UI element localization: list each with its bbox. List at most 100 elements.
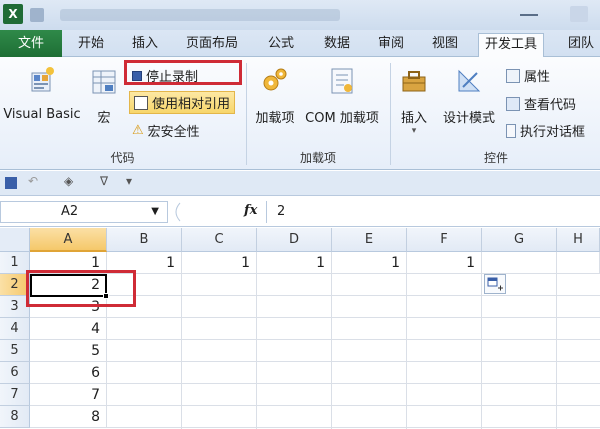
run-dialog-icon (506, 123, 516, 138)
com-addins-label: COM 加载项 (305, 111, 379, 126)
row-header-6[interactable]: 6 (0, 362, 30, 384)
cell-a4[interactable]: 4 (30, 318, 107, 340)
gear-icon (263, 68, 287, 91)
tab-file[interactable]: 文件 (0, 30, 62, 57)
visual-basic-label: Visual Basic (3, 107, 81, 122)
column-header-e[interactable]: E (332, 228, 407, 252)
use-relative-label: 使用相对引用 (152, 97, 231, 112)
view-code-icon (506, 96, 520, 111)
cell-d1[interactable]: 1 (257, 252, 332, 274)
ribbon-developer: Visual Basic 宏 停止录制 使用相对引用 ⚠ 宏安全性 代码 加载项 (0, 57, 600, 170)
customize-qat-icon[interactable]: ▾ (126, 174, 132, 188)
name-box[interactable]: A2 ▼ (0, 201, 168, 223)
insert-function-icon[interactable]: fx (244, 203, 257, 218)
tab-data[interactable]: 数据 (318, 33, 356, 57)
addins-label: 加载项 (255, 111, 295, 126)
column-header-d[interactable]: D (257, 228, 332, 252)
close-icon[interactable] (570, 6, 588, 22)
group-divider (390, 63, 391, 165)
row-header-8[interactable]: 8 (0, 406, 30, 428)
formula-input[interactable]: 2 (266, 201, 600, 223)
com-addins-icon (331, 68, 353, 94)
row-header-4[interactable]: 4 (0, 318, 30, 340)
formula-bar: A2 ▼ fx 2 (0, 197, 600, 227)
group-divider (246, 63, 247, 165)
undo-icon[interactable]: ↶ (28, 174, 38, 188)
macros-button[interactable]: 宏 (88, 65, 120, 126)
column-header-g[interactable]: G (482, 228, 557, 252)
macros-icon (92, 70, 116, 94)
view-code-button[interactable]: 查看代码 (506, 94, 576, 113)
relative-reference-icon (134, 95, 148, 110)
minimize-icon[interactable] (520, 6, 538, 16)
cell-g1[interactable] (482, 252, 557, 274)
tab-view[interactable]: 视图 (426, 33, 464, 57)
quick-save-icon[interactable] (30, 8, 44, 22)
column-header-b[interactable]: B (107, 228, 182, 252)
visual-basic-button[interactable]: Visual Basic (2, 65, 82, 122)
use-relative-references-button[interactable]: 使用相对引用 (129, 91, 236, 114)
design-mode-label: 设计模式 (442, 111, 495, 126)
cell-a8[interactable]: 8 (30, 406, 107, 428)
window-title (60, 9, 340, 21)
select-all-corner[interactable] (0, 228, 30, 252)
design-mode-icon (458, 69, 481, 92)
grid-empty-area[interactable] (107, 274, 600, 429)
view-code-label: 查看代码 (524, 98, 577, 113)
row-header-5[interactable]: 5 (0, 340, 30, 362)
macros-label: 宏 (97, 111, 111, 126)
insert-control-button[interactable]: 插入 ▾ (396, 65, 432, 136)
column-header-c[interactable]: C (182, 228, 257, 252)
stop-recording-highlight (124, 60, 242, 85)
fill-color-icon[interactable]: ◈ (64, 174, 73, 188)
row-header-7[interactable]: 7 (0, 384, 30, 406)
paste-options-icon[interactable] (484, 274, 506, 294)
com-addins-button[interactable]: COM 加载项 (300, 65, 384, 126)
filter-icon[interactable]: ∇ (100, 174, 108, 188)
macro-security-button[interactable]: ⚠ 宏安全性 (132, 121, 200, 140)
tab-review[interactable]: 审阅 (372, 33, 410, 57)
column-header-a[interactable]: A (30, 228, 107, 252)
save-icon[interactable] (5, 177, 17, 189)
cell-e1[interactable]: 1 (332, 252, 407, 274)
cell-h1[interactable] (557, 252, 600, 274)
insert-control-label: 插入 (400, 111, 427, 126)
cell-c1[interactable]: 1 (182, 252, 257, 274)
ribbon-tabs: 文件 开始 插入 页面布局 公式 数据 审阅 视图 开发工具 团队 (0, 30, 600, 58)
warning-icon: ⚠ (132, 123, 144, 138)
cell-a5[interactable]: 5 (30, 340, 107, 362)
controls-group-label: 控件 (483, 151, 508, 165)
addins-button[interactable]: 加载项 (252, 65, 298, 126)
cell-a2-highlight (26, 270, 136, 307)
tab-home[interactable]: 开始 (72, 33, 110, 57)
properties-label: 属性 (524, 70, 551, 85)
tab-insert[interactable]: 插入 (126, 33, 164, 57)
code-group-label: 代码 (110, 151, 135, 165)
paste-options-glyph (487, 277, 503, 291)
cell-a7[interactable]: 7 (30, 384, 107, 406)
design-mode-button[interactable]: 设计模式 (440, 65, 498, 126)
addins-group-label: 加载项 (299, 151, 336, 165)
cell-f1[interactable]: 1 (407, 252, 482, 274)
title-bar: X (0, 0, 600, 30)
chevron-down-icon[interactable]: ▼ (151, 202, 159, 222)
toolbox-icon (402, 71, 426, 92)
worksheet-grid[interactable]: A B C D E F G H 1 2 3 4 5 6 7 8 1 1 1 1 … (0, 228, 600, 429)
visual-basic-icon (31, 67, 54, 92)
excel-logo-icon: X (3, 4, 23, 24)
tab-page-layout[interactable]: 页面布局 (180, 33, 244, 57)
chevron-down-icon: ▾ (411, 126, 417, 136)
column-header-h[interactable]: H (557, 228, 600, 252)
quick-access-toolbar: ↶ ◈ ∇ ▾ (0, 171, 600, 196)
tab-developer[interactable]: 开发工具 (478, 33, 545, 58)
run-dialog-label: 执行对话框 (520, 125, 586, 140)
name-box-value: A2 (61, 204, 79, 219)
properties-button[interactable]: 属性 (506, 66, 550, 85)
tab-team[interactable]: 团队 (562, 33, 600, 57)
macro-security-label: 宏安全性 (147, 125, 200, 140)
column-header-f[interactable]: F (407, 228, 482, 252)
properties-icon (506, 68, 520, 83)
tab-formulas[interactable]: 公式 (262, 33, 300, 57)
run-dialog-button[interactable]: 执行对话框 (506, 121, 585, 140)
cell-a6[interactable]: 6 (30, 362, 107, 384)
